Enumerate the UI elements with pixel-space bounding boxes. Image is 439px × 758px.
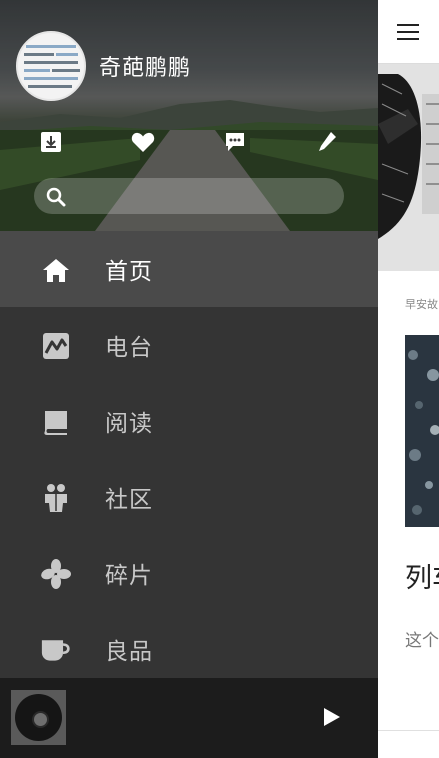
article-category: 早安故 (405, 298, 438, 311)
main-content-panel: 早安故 列车 这个 (378, 0, 439, 758)
navigation-drawer: 奇葩鹏鹏 首页 电台 阅读 社区 碎片 良品 (0, 0, 378, 758)
menu-item-label: 首页 (105, 259, 153, 285)
microphone-image (378, 64, 439, 271)
cup-icon (41, 635, 71, 665)
main-top-bar (378, 0, 439, 64)
menu-item-label: 碎片 (105, 563, 153, 589)
album-cover[interactable] (11, 690, 66, 745)
menu-item-label: 阅读 (105, 411, 153, 437)
search-icon (46, 187, 66, 207)
hamburger-icon[interactable] (397, 24, 419, 40)
play-icon[interactable] (322, 706, 342, 728)
search-input[interactable] (34, 178, 344, 214)
username[interactable]: 奇葩鹏鹏 (99, 50, 191, 82)
menu-item-reading[interactable]: 阅读 (0, 383, 378, 459)
article-title[interactable]: 列车 (405, 556, 439, 595)
radio-icon (41, 331, 71, 361)
book-icon (41, 407, 71, 437)
vinyl-disc-icon (15, 694, 62, 741)
menu-item-goods[interactable]: 良品 (0, 611, 378, 687)
mini-player (0, 678, 378, 758)
drawer-menu: 首页 电台 阅读 社区 碎片 良品 (0, 231, 378, 687)
pencil-icon[interactable] (315, 130, 339, 154)
menu-item-fragments[interactable]: 碎片 (0, 535, 378, 611)
home-icon (41, 255, 71, 285)
divider (378, 730, 439, 731)
message-icon[interactable] (223, 130, 247, 154)
community-icon (41, 483, 71, 513)
article-photo[interactable] (405, 335, 439, 527)
clover-icon (41, 559, 71, 589)
menu-item-home[interactable]: 首页 (0, 231, 378, 307)
hero-image[interactable] (378, 64, 439, 271)
article-excerpt: 这个 (405, 631, 439, 651)
menu-item-label: 电台 (105, 335, 153, 361)
avatar[interactable] (16, 31, 86, 101)
menu-item-label: 良品 (105, 639, 153, 665)
menu-item-label: 社区 (105, 487, 153, 513)
heart-icon[interactable] (131, 130, 155, 154)
profile-header: 奇葩鹏鹏 (0, 0, 378, 231)
menu-item-radio[interactable]: 电台 (0, 307, 378, 383)
menu-item-community[interactable]: 社区 (0, 459, 378, 535)
download-icon[interactable] (39, 130, 63, 154)
